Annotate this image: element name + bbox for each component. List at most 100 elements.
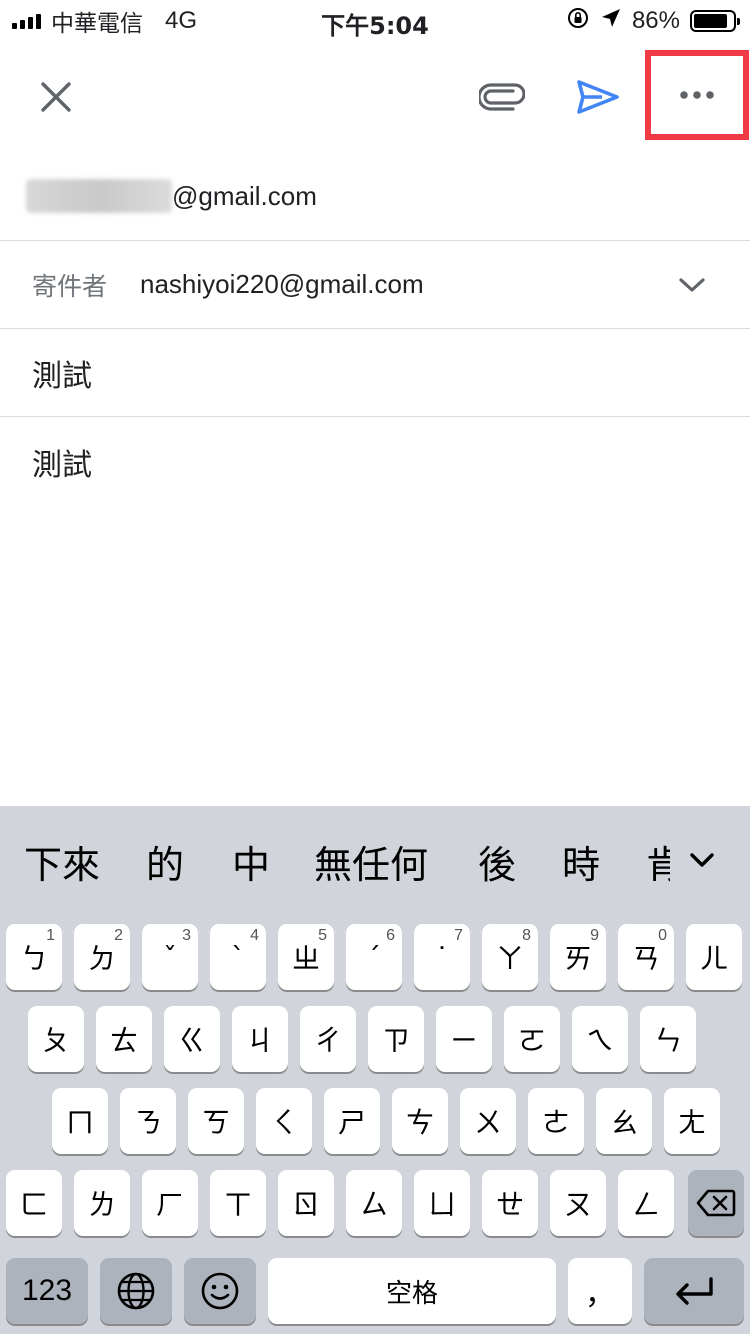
candidate-word[interactable]: 無任何 — [314, 834, 428, 889]
numbers-key[interactable]: 123 — [6, 1258, 88, 1324]
key-label: ˇ — [163, 940, 177, 974]
key-label: ㄅ — [19, 942, 48, 975]
candidate-word[interactable]: 下來 — [24, 834, 100, 889]
return-key[interactable] — [644, 1258, 744, 1324]
backspace-icon — [696, 1189, 736, 1217]
key[interactable]: ㄋ — [120, 1088, 176, 1154]
key-number: 0 — [658, 927, 667, 944]
key-number: 5 — [318, 927, 327, 944]
status-right: 86% — [566, 6, 740, 37]
more-horizontal-icon — [680, 91, 714, 99]
close-icon — [41, 82, 71, 112]
key-label: ㄓ — [291, 942, 320, 975]
key[interactable]: ˋ4 — [210, 924, 266, 990]
key[interactable]: ㄩ — [414, 1170, 470, 1236]
key[interactable]: ㄠ — [596, 1088, 652, 1154]
globe-icon — [117, 1272, 155, 1310]
expand-candidates-button[interactable] — [672, 840, 732, 880]
space-key[interactable]: 空格 — [268, 1258, 556, 1324]
key[interactable]: ˇ3 — [142, 924, 198, 990]
key[interactable]: ㄣ — [640, 1006, 696, 1072]
from-dropdown-button[interactable] — [670, 265, 714, 305]
key[interactable]: ㄊ — [96, 1006, 152, 1072]
from-value: nashiyoi220@gmail.com — [140, 269, 424, 299]
key-number: 9 — [590, 927, 599, 944]
return-icon — [676, 1277, 713, 1305]
chevron-down-icon — [679, 278, 705, 292]
key-number: 6 — [386, 927, 395, 944]
from-field[interactable]: 寄件者 nashiyoi220@gmail.com — [0, 241, 750, 329]
to-domain: @gmail.com — [172, 180, 317, 211]
comma-key[interactable]: ， — [568, 1258, 632, 1324]
paperclip-icon — [479, 83, 525, 111]
key-number: 3 — [182, 927, 191, 944]
chevron-down-icon — [690, 853, 714, 867]
key[interactable]: ㄆ — [28, 1006, 84, 1072]
key[interactable]: ˙ 7 — [414, 924, 470, 990]
battery-icon — [690, 10, 740, 32]
key[interactable]: ㄒ — [210, 1170, 266, 1236]
candidate-word[interactable]: 中 — [232, 834, 270, 889]
body-field[interactable]: 測試 — [32, 440, 92, 484]
key[interactable]: ㄖ — [278, 1170, 334, 1236]
send-icon — [577, 80, 619, 114]
key[interactable]: ㄟ — [572, 1006, 628, 1072]
globe-key[interactable] — [100, 1258, 172, 1324]
key[interactable]: ㄔ — [300, 1006, 356, 1072]
key[interactable]: ㄥ — [618, 1170, 674, 1236]
candidate-bar: 下來 的 中 無任何 後 時 肯 — [0, 806, 750, 912]
backspace-key[interactable] — [688, 1170, 744, 1236]
key[interactable]: ㄕ — [324, 1088, 380, 1154]
more-options-button[interactable] — [645, 50, 749, 140]
key-label: ㄦ — [699, 942, 728, 975]
key[interactable]: ㄝ — [482, 1170, 538, 1236]
key[interactable]: ㄦ — [686, 924, 742, 990]
key[interactable]: ㄚ8 — [482, 924, 538, 990]
key-label: ㄢ — [631, 942, 660, 975]
key[interactable]: ㄡ — [550, 1170, 606, 1236]
key[interactable]: ㄐ — [232, 1006, 288, 1072]
emoji-icon — [201, 1272, 239, 1310]
key[interactable]: ㄇ — [52, 1088, 108, 1154]
key[interactable]: ㄧ — [436, 1006, 492, 1072]
redacted-recipient — [26, 179, 172, 213]
lock-rotation-icon — [566, 6, 590, 37]
status-bar: 中華電信 4G 下午5:04 86% — [0, 0, 750, 40]
key[interactable]: ㄈ — [6, 1170, 62, 1236]
key[interactable]: ˊ6 — [346, 924, 402, 990]
key[interactable]: ㄙ — [346, 1170, 402, 1236]
key[interactable]: ㄍ — [164, 1006, 220, 1072]
key[interactable]: ㄗ — [368, 1006, 424, 1072]
key-number: 1 — [46, 927, 55, 944]
attach-button[interactable] — [470, 62, 534, 132]
key[interactable]: ㄜ — [528, 1088, 584, 1154]
compose-toolbar — [0, 40, 750, 150]
key[interactable]: ㄏ — [142, 1170, 198, 1236]
location-arrow-icon — [600, 7, 622, 36]
send-button[interactable] — [566, 62, 630, 132]
key[interactable]: ㄎ — [188, 1088, 244, 1154]
to-field[interactable]: @gmail.com — [0, 152, 750, 241]
key[interactable]: ㄑ — [256, 1088, 312, 1154]
key[interactable]: ㄤ — [664, 1088, 720, 1154]
candidate-word[interactable]: 時 — [562, 834, 600, 889]
key[interactable]: ㄛ — [504, 1006, 560, 1072]
battery-percent: 86% — [631, 7, 680, 34]
key[interactable]: ㄓ5 — [278, 924, 334, 990]
key[interactable]: ㄘ — [392, 1088, 448, 1154]
close-button[interactable] — [26, 62, 86, 132]
key[interactable]: ㄞ9 — [550, 924, 606, 990]
keyboard: 下來 的 中 無任何 後 時 肯 ㄅ1 ㄉ2 ˇ3 ˋ4 ㄓ5 ˊ6 ˙ 7 ㄚ8… — [0, 806, 750, 1334]
subject-field[interactable]: 測試 — [0, 329, 750, 417]
key-number: 4 — [250, 927, 259, 944]
key[interactable]: ㄢ0 — [618, 924, 674, 990]
candidate-word[interactable]: 後 — [478, 834, 516, 889]
key[interactable]: ㄨ — [460, 1088, 516, 1154]
candidate-word[interactable]: 的 — [146, 834, 184, 889]
subject-text: 測試 — [32, 358, 92, 394]
emoji-key[interactable] — [184, 1258, 256, 1324]
key[interactable]: ㄅ1 — [6, 924, 62, 990]
key[interactable]: ㄉ2 — [74, 924, 130, 990]
key[interactable]: ㄌ — [74, 1170, 130, 1236]
key-label: ˊ — [367, 940, 381, 974]
